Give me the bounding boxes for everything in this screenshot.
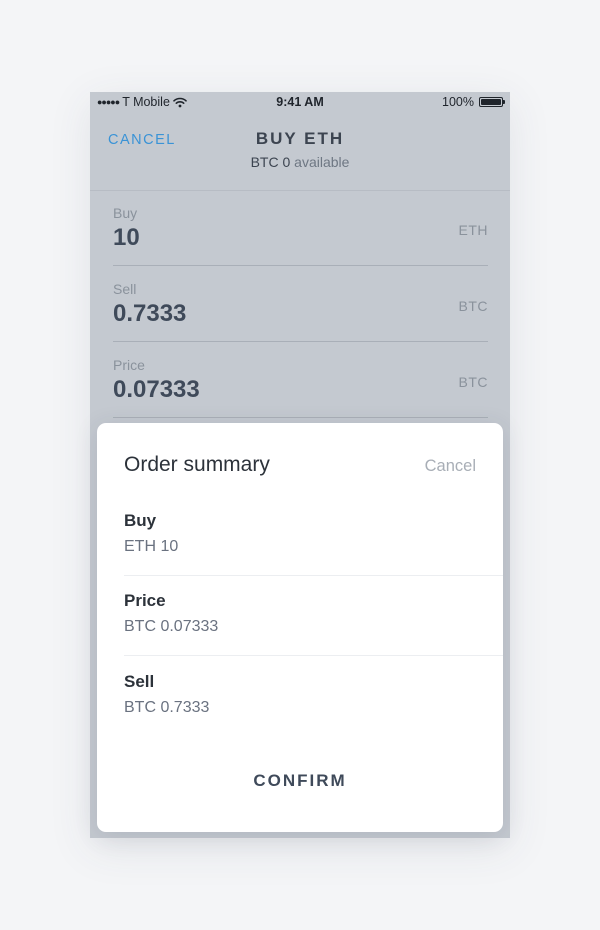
- available-balance: BTC 0 available: [90, 154, 510, 170]
- available-balance-label: available: [294, 154, 350, 170]
- available-balance-amount: BTC 0: [250, 154, 291, 170]
- price-amount-input[interactable]: 0.07333: [113, 376, 200, 404]
- price-label: Price: [113, 357, 145, 373]
- price-unit: BTC: [458, 374, 488, 390]
- summary-divider: [124, 575, 503, 576]
- order-summary-sheet: Order summary Cancel Buy ETH 10 Price BT…: [97, 423, 503, 832]
- buy-unit: ETH: [458, 222, 488, 238]
- page-title: BUY ETH: [255, 129, 345, 148]
- status-right: 100%: [442, 95, 505, 109]
- battery-icon: [479, 97, 505, 107]
- summary-row-price: Price BTC 0.07333: [124, 591, 503, 672]
- summary-price-label: Price: [124, 591, 166, 610]
- summary-row-sell: Sell BTC 0.7333: [124, 672, 503, 753]
- summary-buy-value: ETH 10: [124, 538, 179, 555]
- battery-fill: [481, 99, 501, 105]
- summary-row-buy: Buy ETH 10: [124, 511, 503, 592]
- sell-amount-input[interactable]: 0.7333: [113, 300, 186, 328]
- buy-field[interactable]: Buy 10 ETH: [113, 190, 488, 266]
- order-summary-cancel-button[interactable]: Cancel: [425, 457, 476, 476]
- buy-label: Buy: [113, 205, 138, 221]
- status-bar: ●●●●● T Mobile 9:41 AM 100%: [90, 92, 510, 114]
- summary-divider: [124, 655, 503, 656]
- summary-sell-value: BTC 0.7333: [124, 699, 210, 716]
- buy-amount-input[interactable]: 10: [113, 224, 140, 252]
- battery-percent: 100%: [442, 95, 474, 109]
- battery-tip: [503, 100, 505, 104]
- price-field[interactable]: Price 0.07333 BTC: [113, 342, 488, 418]
- sell-unit: BTC: [458, 298, 488, 314]
- order-summary-title: Order summary: [124, 453, 270, 476]
- summary-buy-label: Buy: [124, 511, 157, 530]
- summary-sell-label: Sell: [124, 672, 155, 691]
- sell-label: Sell: [113, 281, 137, 297]
- confirm-button[interactable]: CONFIRM: [97, 771, 503, 791]
- sell-field[interactable]: Sell 0.7333 BTC: [113, 266, 488, 342]
- summary-price-value: BTC 0.07333: [124, 618, 219, 635]
- price-field-divider: [113, 417, 488, 418]
